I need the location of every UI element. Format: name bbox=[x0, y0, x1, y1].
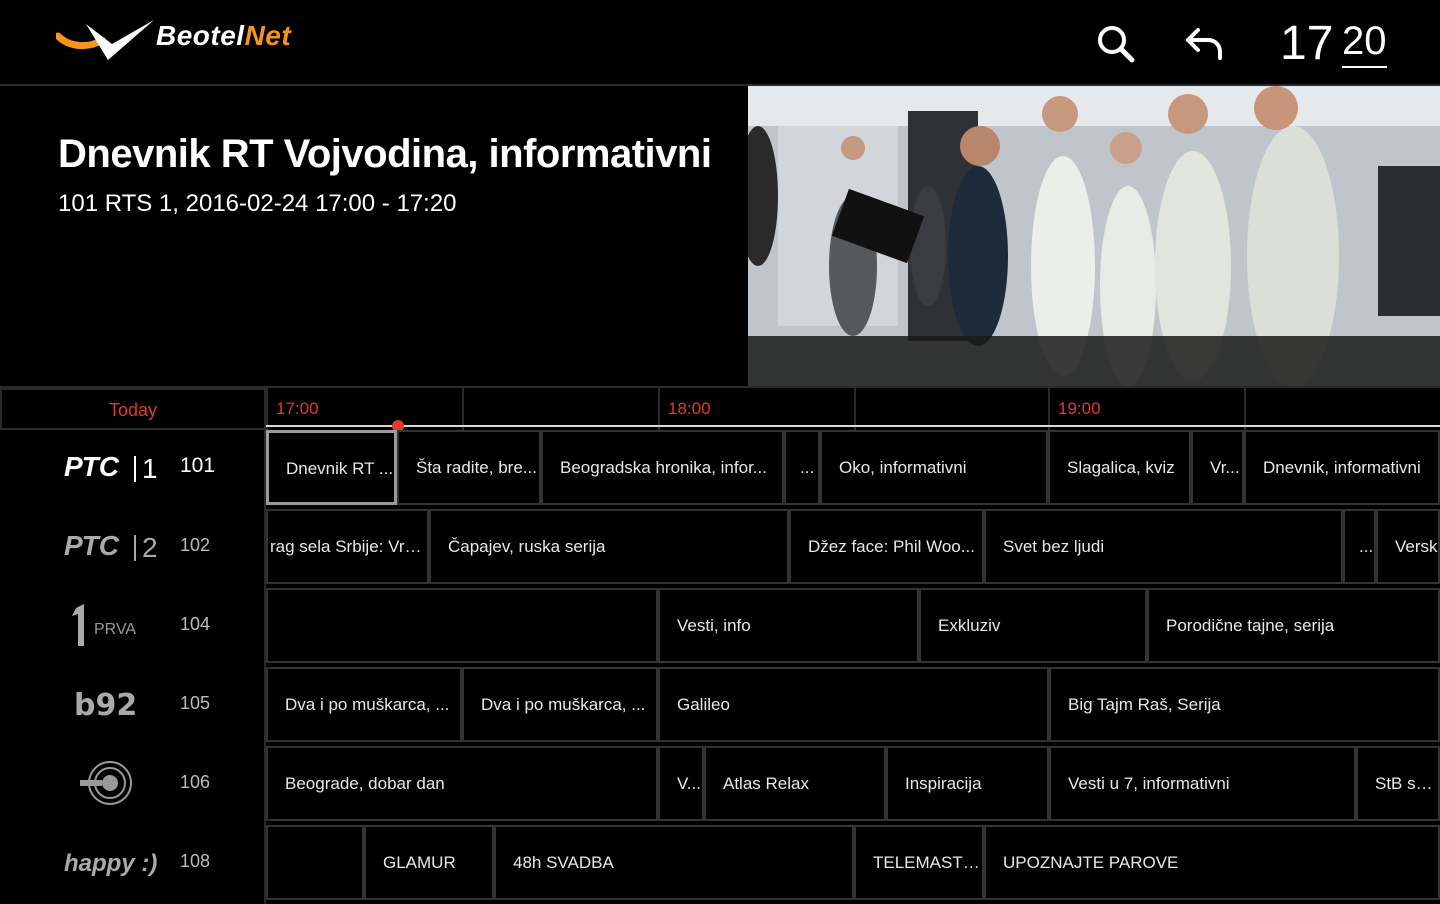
program-cell[interactable]: TELEMASTER bbox=[854, 825, 984, 900]
video-frame-image bbox=[748, 86, 1440, 386]
program-cell[interactable]: Dva i po muškarca, ... bbox=[462, 667, 658, 742]
channel-number: 106 bbox=[180, 772, 211, 792]
program-cell[interactable]: Dnevnik, informativni bbox=[1244, 430, 1440, 505]
clock-hours: 17 bbox=[1280, 17, 1334, 70]
svg-text:2: 2 bbox=[142, 532, 158, 563]
back-button[interactable] bbox=[1180, 20, 1228, 68]
clock: 17 20 bbox=[1280, 16, 1400, 72]
prva-logo-icon: PRVA bbox=[72, 604, 136, 646]
program-cell[interactable]: Čapajev, ruska serija bbox=[429, 509, 789, 584]
program-cell[interactable]: 48h SVADBA bbox=[494, 825, 854, 900]
program-cell[interactable]: Beograde, dobar dan bbox=[266, 746, 658, 821]
program-cell[interactable]: GLAMUR bbox=[364, 825, 494, 900]
program-cell[interactable]: Svet bez ljudi bbox=[984, 509, 1343, 584]
search-icon bbox=[1098, 26, 1135, 63]
channel-list: РТС 1 101 РТС 2 102 PRVA 104 b92 105 106… bbox=[0, 430, 266, 904]
program-cell[interactable]: Vesti, info bbox=[658, 588, 919, 663]
program-cell[interactable]: Porodične tajne, serija bbox=[1147, 588, 1440, 663]
channel-item-106[interactable]: 106 bbox=[0, 746, 266, 825]
channel-number: 105 bbox=[180, 693, 211, 713]
program-cell[interactable]: Dnevnik RT ... bbox=[266, 430, 397, 505]
program-cell[interactable]: Exkluziv bbox=[919, 588, 1147, 663]
back-arrow-icon bbox=[1186, 28, 1222, 60]
program-cell[interactable]: StB spec bbox=[1356, 746, 1440, 821]
channel-number: 102 bbox=[180, 535, 211, 555]
epg-program-grid: Dnevnik RT ... Šta radite, bre... Beogra… bbox=[266, 430, 1440, 900]
svg-text:b92: b92 bbox=[74, 688, 137, 723]
program-cell[interactable]: V... bbox=[658, 746, 704, 821]
live-preview-video[interactable] bbox=[748, 86, 1440, 386]
time-tick-1730 bbox=[462, 388, 658, 430]
channel-item-105[interactable]: b92 105 bbox=[0, 667, 266, 746]
rts2-logo-icon: РТС 2 bbox=[64, 530, 158, 563]
program-cell[interactable]: Versk bbox=[1376, 509, 1440, 584]
program-cell[interactable]: Dva i po muškarca, ... bbox=[266, 667, 462, 742]
svg-text:PRVA: PRVA bbox=[94, 621, 136, 638]
clock-minutes: 20 bbox=[1342, 16, 1387, 68]
channel-item-108[interactable]: happy :) 108 bbox=[0, 825, 266, 904]
program-cell[interactable] bbox=[266, 588, 658, 663]
b92-logo-icon: b92 bbox=[74, 688, 137, 723]
program-cell[interactable]: Džez face: Phil Woo... bbox=[789, 509, 984, 584]
today-button[interactable]: Today bbox=[0, 388, 266, 430]
top-bar: BeotelNet 17 20 bbox=[0, 0, 1440, 86]
svg-text:РТС: РТС bbox=[64, 451, 120, 482]
program-cell[interactable]: Atlas Relax bbox=[704, 746, 886, 821]
program-cell[interactable]: Big Tajm Raš, Serija bbox=[1049, 667, 1440, 742]
program-cell[interactable]: ... bbox=[784, 430, 820, 505]
channel-item-102[interactable]: РТС 2 102 bbox=[0, 509, 266, 588]
program-cell[interactable]: Slagalica, kviz bbox=[1048, 430, 1191, 505]
svg-text:1: 1 bbox=[142, 453, 158, 484]
program-cell[interactable]: Vr... bbox=[1191, 430, 1244, 505]
time-tick-1830 bbox=[854, 388, 1050, 430]
program-cell[interactable]: Šta radite, bre... bbox=[397, 430, 541, 505]
beotelnet-logo: BeotelNet bbox=[54, 14, 316, 70]
search-button[interactable] bbox=[1092, 20, 1140, 68]
current-time-line bbox=[266, 425, 1440, 427]
program-cell[interactable]: Galileo bbox=[658, 667, 1049, 742]
channel-number: 108 bbox=[180, 851, 211, 871]
program-cell[interactable]: Vesti u 7, informativni bbox=[1049, 746, 1356, 821]
time-tick-1900: 19:00 bbox=[1048, 388, 1244, 430]
studio-b-logo-icon bbox=[80, 761, 132, 805]
rts1-logo-icon: РТС 1 bbox=[64, 451, 158, 484]
program-cell[interactable]: ... bbox=[1343, 509, 1376, 584]
program-cell[interactable] bbox=[266, 825, 364, 900]
program-cell[interactable]: Inspiracija bbox=[886, 746, 1049, 821]
svg-text:РТС: РТС bbox=[64, 530, 120, 561]
time-tick-1930 bbox=[1244, 388, 1440, 430]
channel-number: 104 bbox=[180, 614, 211, 634]
channel-number: 101 bbox=[180, 454, 216, 477]
program-subtitle: 101 RTS 1, 2016-02-24 17:00 - 17:20 bbox=[58, 190, 457, 217]
program-title: Dnevnik RT Vojvodina, informativni bbox=[58, 132, 712, 176]
program-info-panel: Dnevnik RT Vojvodina, informativni 101 R… bbox=[0, 86, 748, 386]
brand-name-part2: Net bbox=[244, 20, 292, 51]
channel-item-101[interactable]: РТС 1 101 bbox=[0, 430, 266, 509]
time-tick-1800: 18:00 bbox=[658, 388, 854, 430]
beotelnet-swoosh-icon bbox=[54, 20, 154, 60]
program-cell[interactable]: Oko, informativni bbox=[820, 430, 1048, 505]
happy-logo-icon: happy :) bbox=[64, 850, 157, 877]
channel-item-104[interactable]: PRVA 104 bbox=[0, 588, 266, 667]
brand-name-part1: Beotel bbox=[156, 20, 245, 51]
svg-text:happy :): happy :) bbox=[64, 850, 157, 877]
brand-name: BeotelNet bbox=[156, 20, 291, 52]
program-cell[interactable]: rag sela Srbije: Vra... bbox=[266, 509, 429, 584]
time-tick-1700: 17:00 bbox=[266, 388, 462, 430]
program-cell[interactable]: UPOZNAJTE PAROVE bbox=[984, 825, 1440, 900]
program-cell[interactable]: Beogradska hronika, infor... bbox=[541, 430, 784, 505]
